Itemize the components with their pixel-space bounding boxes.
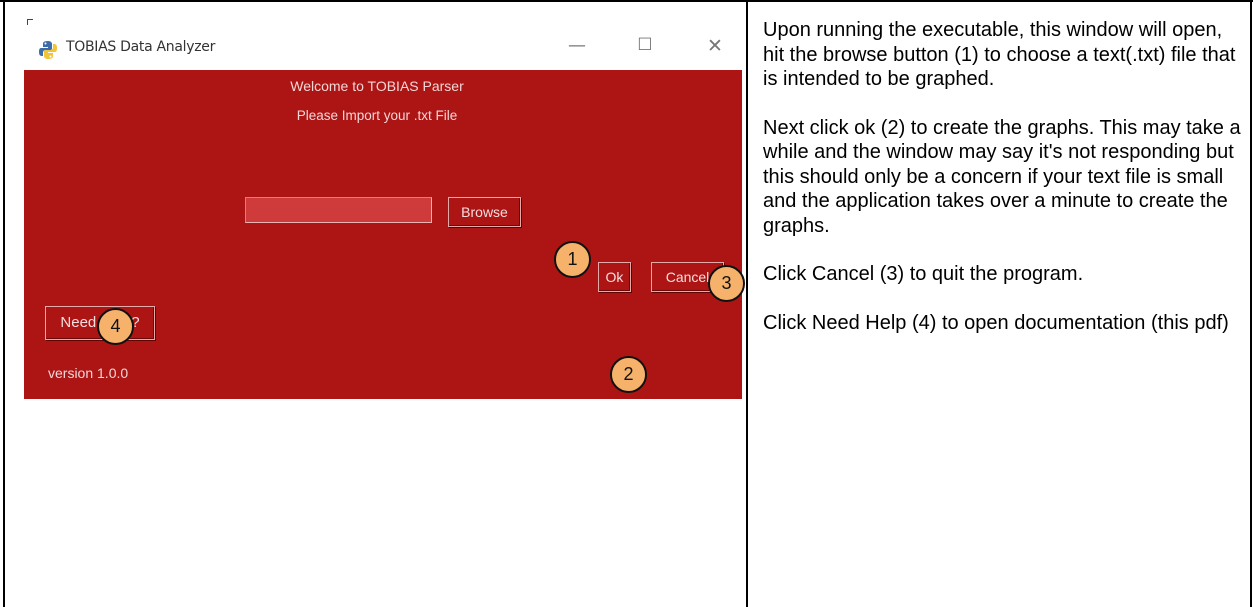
version-label: version 1.0.0 <box>48 365 129 381</box>
window-title: TOBIAS Data Analyzer <box>66 39 216 55</box>
instruction-paragraph-cancel: Click Cancel (3) to quit the program. <box>763 263 1084 285</box>
instruction-paragraph-browse: Upon running the executable, this window… <box>763 19 1236 90</box>
minimize-icon[interactable]: — <box>562 35 592 56</box>
ok-button[interactable]: Ok <box>598 262 631 292</box>
instruction-paragraph-ok: Next click ok (2) to create the graphs. … <box>763 116 1241 237</box>
callout-cancel: 3 <box>708 265 745 302</box>
file-path-input[interactable] <box>245 197 432 223</box>
window-client-area: Welcome to TOBIAS Parser Please Import y… <box>24 70 745 399</box>
table-border-right <box>1250 2 1252 607</box>
instruction-paragraph-help: Click Need Help (4) to open documentatio… <box>763 311 1229 334</box>
welcome-text: Welcome to TOBIAS Parser <box>290 78 464 94</box>
browse-button[interactable]: Browse <box>448 197 521 227</box>
instructions-cell: Upon running the executable, this window… <box>763 18 1243 359</box>
maximize-icon[interactable]: ☐ <box>630 35 660 55</box>
python-logo-icon <box>39 41 57 59</box>
app-window-screenshot: TOBIAS Data Analyzer — ☐ ✕ Welcome to TO… <box>24 17 745 399</box>
callout-browse: 1 <box>554 241 591 278</box>
crop-corner-mark <box>27 19 33 25</box>
callout-ok: 2 <box>610 356 647 393</box>
close-icon[interactable]: ✕ <box>700 35 730 57</box>
table-border-left <box>3 2 5 607</box>
callout-help: 4 <box>97 308 134 345</box>
table-border-middle <box>746 2 748 607</box>
import-prompt: Please Import your .txt File <box>296 108 458 123</box>
window-titlebar: TOBIAS Data Analyzer — ☐ ✕ <box>24 17 742 69</box>
